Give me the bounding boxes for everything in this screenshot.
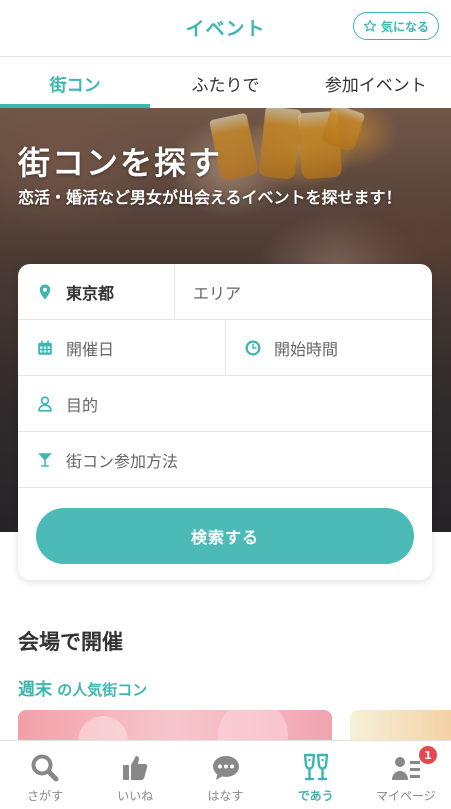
section-title: 会場で開催 (18, 630, 123, 654)
date-placeholder: 開催日 (66, 340, 115, 359)
time-select[interactable]: 開始時間 (225, 320, 432, 376)
section-subtitle-highlight: 週末 (18, 680, 52, 700)
calendar-icon (38, 340, 52, 355)
area-placeholder: エリア (193, 284, 242, 303)
datetime-row: 開催日 開始時間 (18, 320, 432, 376)
favorite-button[interactable]: 気になる (352, 12, 439, 40)
tab-bar: 街コン ふたりで 参加イベント (0, 56, 451, 108)
clock-icon (245, 340, 261, 356)
search-icon (28, 751, 62, 785)
nav-search[interactable]: さがす (0, 741, 90, 809)
champagne-glasses-icon (299, 751, 333, 785)
time-placeholder: 開始時間 (274, 340, 339, 359)
purpose-select[interactable]: 目的 (18, 376, 432, 432)
nav-messages[interactable]: はなす (180, 741, 270, 809)
section-subtitle-rest: の人気街コン (52, 681, 148, 699)
thumbs-up-icon (118, 751, 152, 785)
location-row: 東京都 エリア (18, 264, 432, 320)
chat-bubble-icon (209, 751, 243, 785)
section-subtitle: 週末 の人気街コン (18, 675, 147, 700)
nav-label: さがす (27, 789, 64, 803)
map-pin-icon (39, 284, 51, 300)
app-header: イベント 気になる (0, 0, 451, 56)
nav-label: であう (297, 789, 334, 803)
method-row: 街コン参加方法 (18, 432, 432, 488)
purpose-placeholder: 目的 (66, 396, 99, 415)
search-button[interactable]: 検索する (36, 508, 414, 564)
person-icon (38, 396, 52, 412)
method-select[interactable]: 街コン参加方法 (18, 432, 432, 488)
favorite-label: 気になる (380, 19, 429, 34)
notification-badge: 1 (417, 745, 438, 765)
prefecture-select[interactable]: 東京都 (18, 264, 174, 320)
nav-events[interactable]: であう (271, 741, 361, 809)
hero-title: 街コンを探す (18, 144, 223, 182)
nav-mypage[interactable]: 1 マイページ (361, 741, 451, 809)
tab-joined-events[interactable]: 参加イベント (301, 57, 451, 108)
prefecture-value: 東京都 (66, 284, 115, 303)
nav-label: いいね (117, 789, 154, 803)
bottom-navigation: さがす いいね はなす であう 1 マイページ (0, 740, 451, 809)
area-select[interactable]: エリア (174, 264, 432, 320)
tab-futaride[interactable]: ふたりで (150, 57, 300, 108)
nav-label: マイページ (376, 789, 436, 803)
tab-machikon[interactable]: 街コン (0, 57, 151, 108)
nav-likes[interactable]: いいね (90, 741, 180, 809)
cocktail-icon (38, 453, 52, 467)
date-select[interactable]: 開催日 (18, 320, 225, 376)
star-icon (363, 19, 377, 32)
purpose-row: 目的 (18, 376, 432, 432)
hero-subtitle: 恋活・婚活など男女が出会えるイベントを探せます！ (18, 188, 402, 207)
search-form: 東京都 エリア 開催日 開始時間 目的 街コン参加方法 検索する (18, 264, 432, 580)
nav-label: はなす (207, 789, 244, 803)
method-placeholder: 街コン参加方法 (66, 452, 179, 471)
